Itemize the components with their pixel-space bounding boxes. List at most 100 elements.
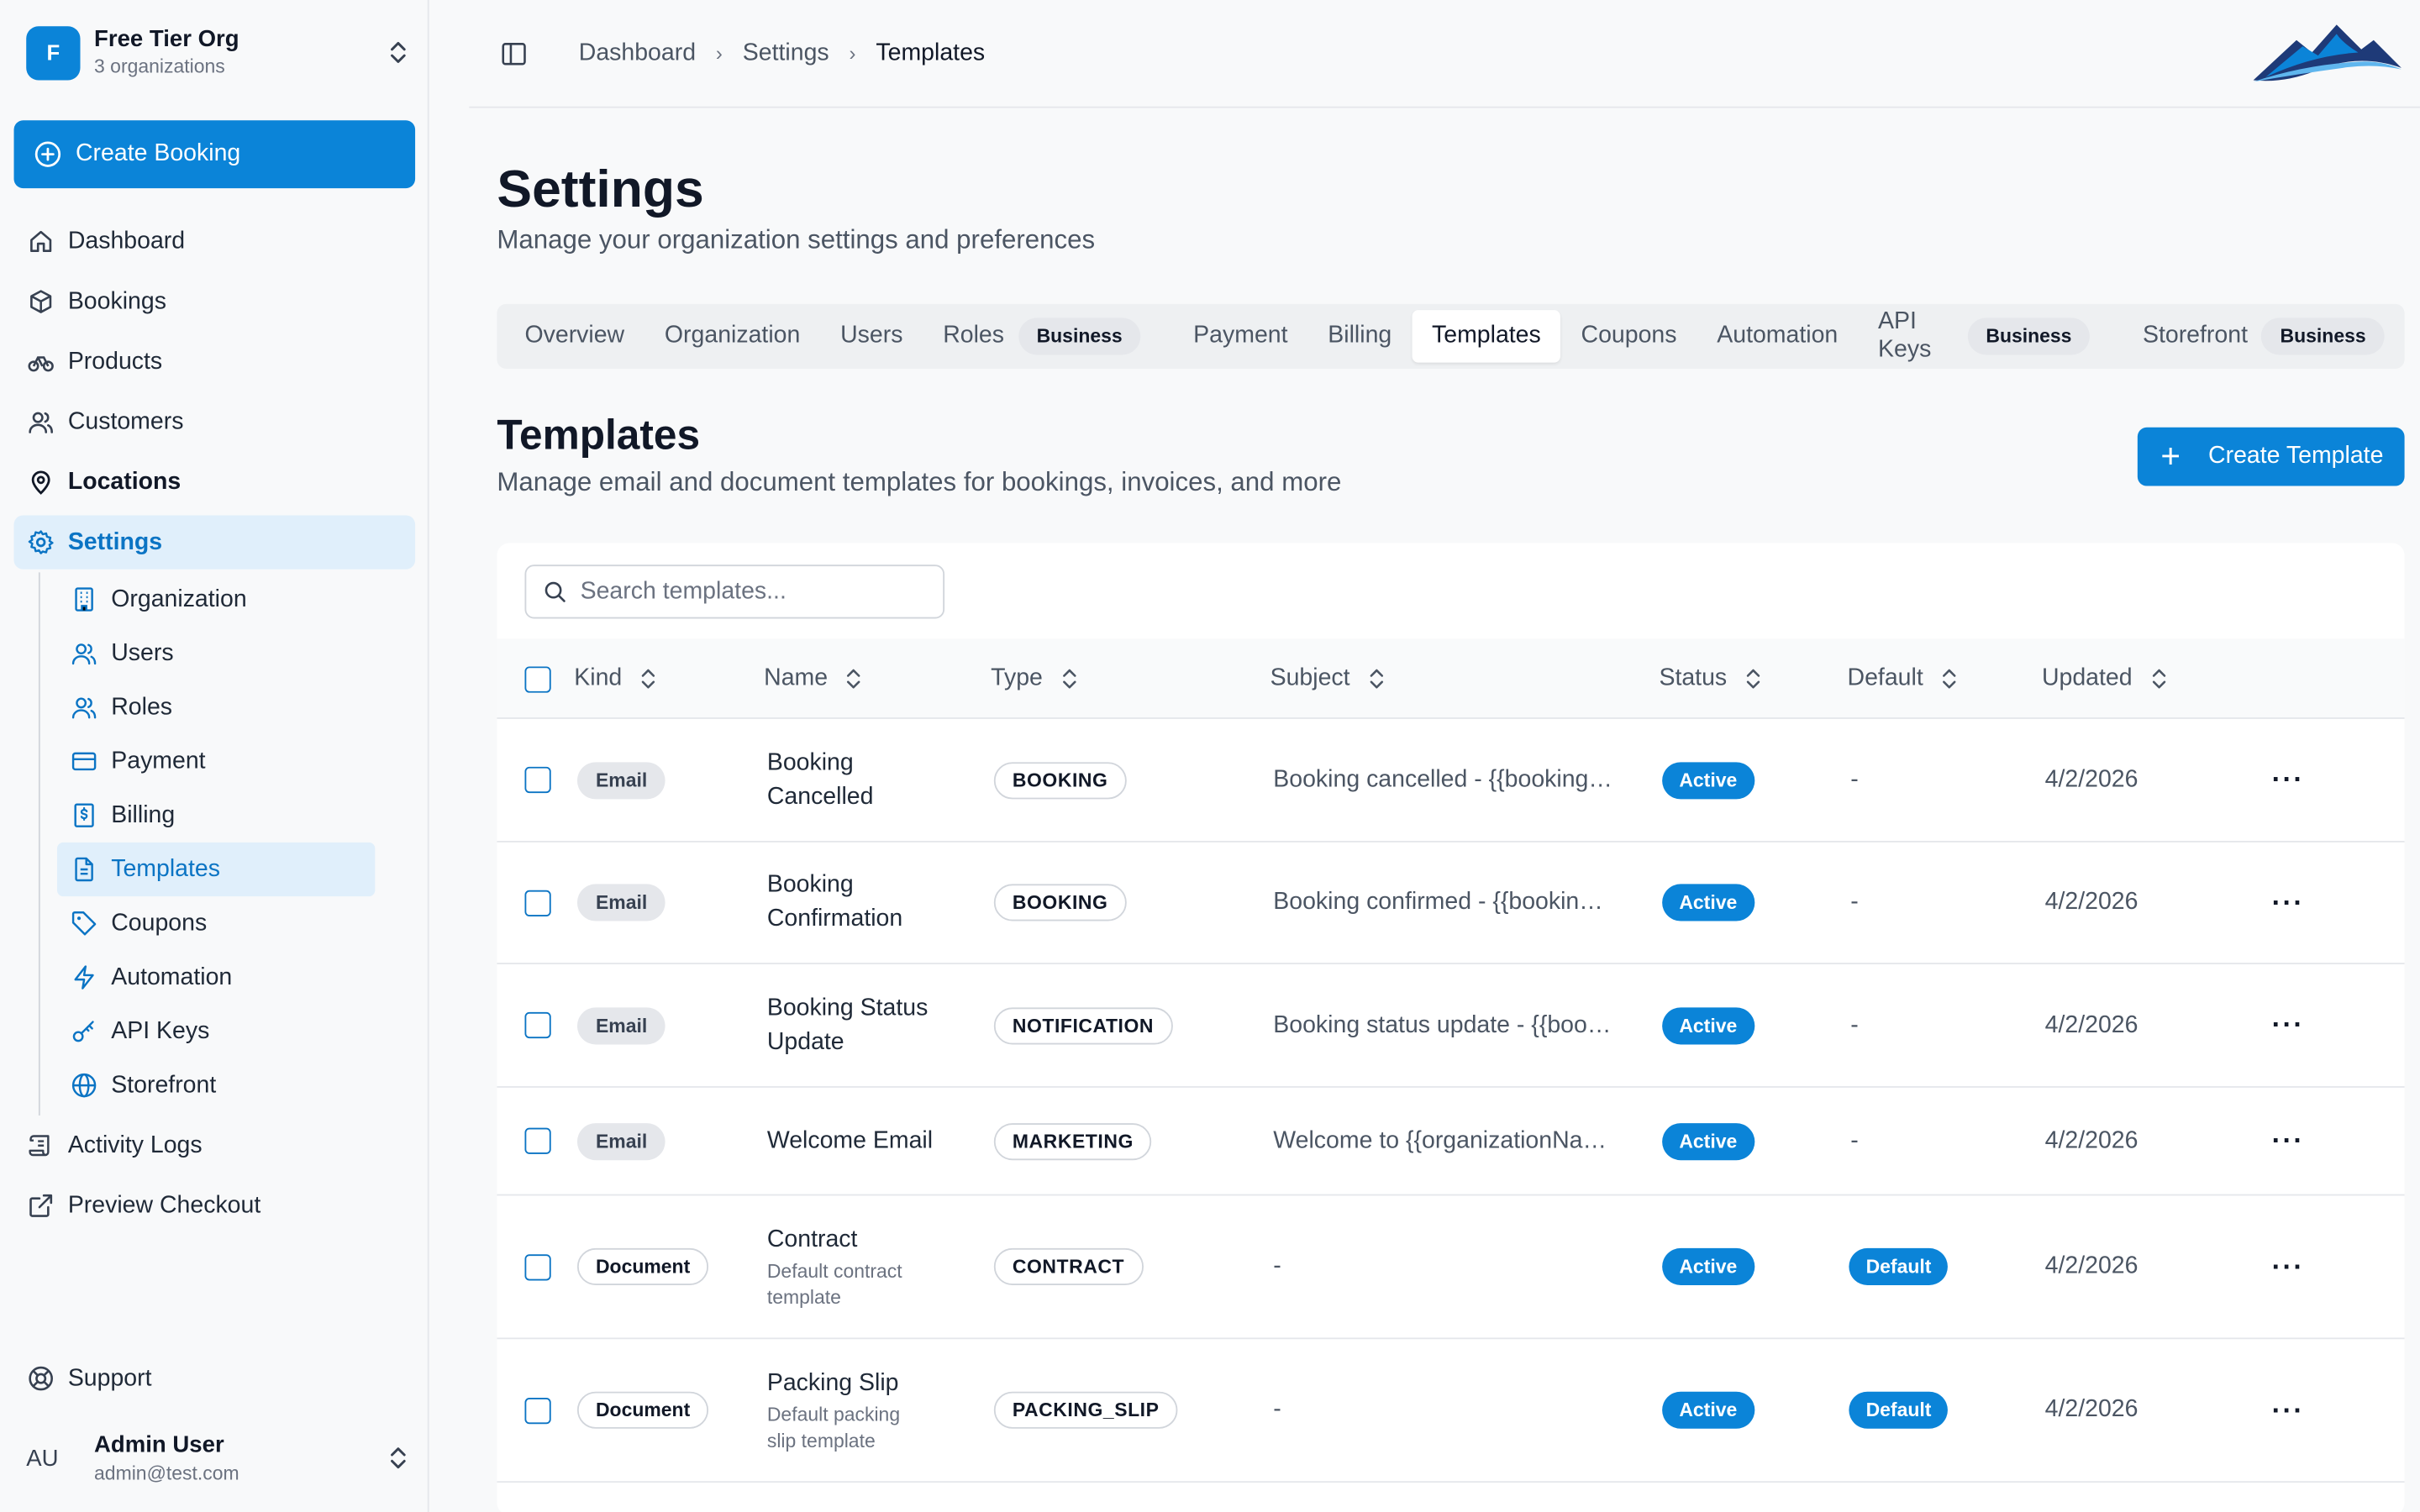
more-actions-icon[interactable]: ··· — [2272, 1125, 2305, 1158]
template-description-line: template — [766, 1285, 841, 1308]
sidebar-item-label: Settings — [67, 528, 163, 555]
external-link-icon — [29, 1194, 53, 1217]
sidebar-subitem-users[interactable]: Users — [57, 627, 375, 680]
column-kind[interactable]: Kind — [574, 638, 655, 719]
column-status[interactable]: Status — [1659, 638, 1760, 719]
table-row[interactable]: Email Booking Status Update NOTIFICATION Boo… — [497, 964, 2405, 1088]
sidebar-subitem-payment[interactable]: Payment — [57, 734, 375, 788]
mountain-logo-icon[interactable] — [2250, 18, 2405, 87]
updated-date: 4/2/2026 — [2044, 888, 2139, 916]
template-name[interactable]: Packing Slip — [767, 1366, 900, 1399]
row-checkbox[interactable] — [524, 1011, 551, 1039]
kind-badge: Email — [576, 1122, 666, 1160]
tab-billing[interactable]: Billing — [1307, 310, 1412, 362]
tab-payment[interactable]: Payment — [1173, 310, 1307, 362]
template-name[interactable]: Welcome Email — [767, 1124, 933, 1158]
table-row[interactable]: Email Booking Cancelled BOOKING Booking canc… — [497, 719, 2405, 843]
sidebar-item-settings[interactable]: Settings — [13, 515, 416, 570]
org-switcher[interactable]: F Free Tier Org 3 organizations — [26, 24, 409, 80]
sidebar-nav: Dashboard Bookings Products Customers Lo… — [13, 212, 416, 1236]
sidebar-subitem-coupons[interactable]: Coupons — [57, 896, 375, 950]
select-all-checkbox[interactable] — [524, 665, 551, 692]
table-header: Kind Name Type Subject Status Default Up… — [497, 638, 2405, 719]
globe-icon — [71, 1073, 97, 1098]
table-row[interactable]: Document Packing Slip Default packing slip … — [497, 1339, 2405, 1483]
sidebar-item-customers[interactable]: Customers — [14, 392, 416, 453]
dollar-receipt-icon — [74, 803, 94, 827]
sidebar-item-preview-checkout[interactable]: Preview Checkout — [14, 1176, 416, 1236]
breadcrumb-templates: Templates — [876, 39, 986, 66]
plus-icon: + — [2160, 436, 2181, 475]
page-title: Settings — [497, 160, 704, 219]
sidebar-subitem-api-keys[interactable]: API Keys — [57, 1005, 375, 1058]
sidebar-subitem-roles[interactable]: Roles — [57, 680, 375, 734]
table-row[interactable]: Document Contract Default contract template… — [497, 1195, 2405, 1340]
column-label: Status — [1659, 664, 1728, 691]
template-name-line: Update — [766, 1028, 844, 1055]
more-actions-icon[interactable]: ··· — [2272, 1009, 2305, 1042]
sidebar-item-locations[interactable]: Locations — [14, 452, 416, 512]
create-booking-button[interactable]: Create Booking — [13, 120, 416, 189]
template-name[interactable]: Contract — [767, 1223, 902, 1257]
row-checkbox[interactable] — [524, 889, 551, 916]
template-name[interactable]: Booking Status Update — [767, 991, 929, 1059]
sidebar-subitem-label: Organization — [111, 585, 247, 612]
sidebar-item-label: Bookings — [67, 287, 166, 314]
table-row[interactable]: Email Welcome Email MARKETING Welcome to {{… — [497, 1088, 2405, 1196]
sidebar-subitem-billing[interactable]: Billing — [57, 789, 375, 843]
search-input[interactable] — [580, 577, 920, 606]
tab-roles[interactable]: Roles Business — [923, 310, 1160, 362]
more-actions-icon[interactable]: ··· — [2272, 1251, 2305, 1284]
row-checkbox[interactable] — [524, 1253, 551, 1280]
sidebar-item-activity-logs[interactable]: Activity Logs — [14, 1116, 416, 1176]
table-row[interactable]: Email Booking Confirmation BOOKING Booking c… — [497, 843, 2405, 964]
more-actions-icon[interactable]: ··· — [2272, 764, 2305, 796]
more-actions-icon[interactable]: ··· — [2272, 886, 2305, 919]
column-updated[interactable]: Updated — [2042, 638, 2166, 719]
business-badge: Business — [2261, 318, 2385, 355]
sidebar-subitem-label: Automation — [111, 963, 233, 990]
tab-coupons[interactable]: Coupons — [1561, 310, 1697, 362]
tab-overview[interactable]: Overview — [505, 310, 644, 362]
column-name[interactable]: Name — [764, 638, 861, 719]
column-subject[interactable]: Subject — [1270, 638, 1384, 719]
column-default[interactable]: Default — [1848, 638, 1958, 719]
user-menu[interactable]: AU Admin User admin@test.com — [26, 1425, 409, 1490]
tab-organization[interactable]: Organization — [644, 310, 820, 362]
column-type[interactable]: Type — [991, 638, 1076, 719]
sidebar-subitem-storefront[interactable]: Storefront — [57, 1058, 375, 1112]
tag-icon — [71, 911, 97, 936]
tab-api-keys[interactable]: API Keys Business — [1858, 308, 2110, 363]
section-title: Templates — [497, 412, 701, 459]
updated-date: 4/2/2026 — [2044, 1396, 2139, 1423]
row-checkbox[interactable] — [524, 1397, 551, 1424]
sidebar-item-bookings[interactable]: Bookings — [14, 271, 416, 332]
row-checkbox[interactable] — [524, 1127, 551, 1154]
template-name-line: Booking Status — [766, 994, 929, 1021]
org-count: 3 organizations — [94, 55, 225, 77]
sidebar-subitem-templates[interactable]: Templates — [56, 842, 376, 897]
tab-users[interactable]: Users — [820, 310, 923, 362]
tab-label: Coupons — [1581, 322, 1677, 349]
sidebar-item-products[interactable]: Products — [14, 332, 416, 392]
sidebar-subitem-automation[interactable]: Automation — [57, 950, 375, 1004]
template-name[interactable]: Booking Confirmation — [767, 869, 902, 937]
template-name[interactable]: Booking Cancelled — [767, 746, 874, 814]
breadcrumb-settings[interactable]: Settings — [743, 39, 829, 67]
more-actions-icon[interactable]: ··· — [2272, 1394, 2305, 1426]
column-label: Subject — [1270, 664, 1350, 691]
tab-label: Storefront — [2142, 322, 2248, 349]
template-subject: Booking status update - {{boo… — [1273, 1011, 1612, 1038]
sidebar-subitem-organization[interactable]: Organization — [57, 572, 375, 626]
tab-templates[interactable]: Templates — [1412, 310, 1561, 363]
breadcrumb-dashboard[interactable]: Dashboard — [579, 39, 696, 67]
sidebar-item-support[interactable]: Support — [14, 1348, 416, 1409]
settings-subnav: Organization Users Roles Payment Billing — [38, 572, 415, 1116]
sidebar-item-dashboard[interactable]: Dashboard — [14, 212, 416, 272]
row-checkbox[interactable] — [524, 766, 551, 794]
tab-automation[interactable]: Automation — [1697, 310, 1858, 362]
tab-storefront[interactable]: Storefront Business — [2123, 310, 2404, 362]
create-template-button[interactable]: + Create Template — [2137, 427, 2405, 486]
sidebar-toggle-icon[interactable] — [502, 41, 526, 66]
users-icon — [29, 412, 53, 433]
